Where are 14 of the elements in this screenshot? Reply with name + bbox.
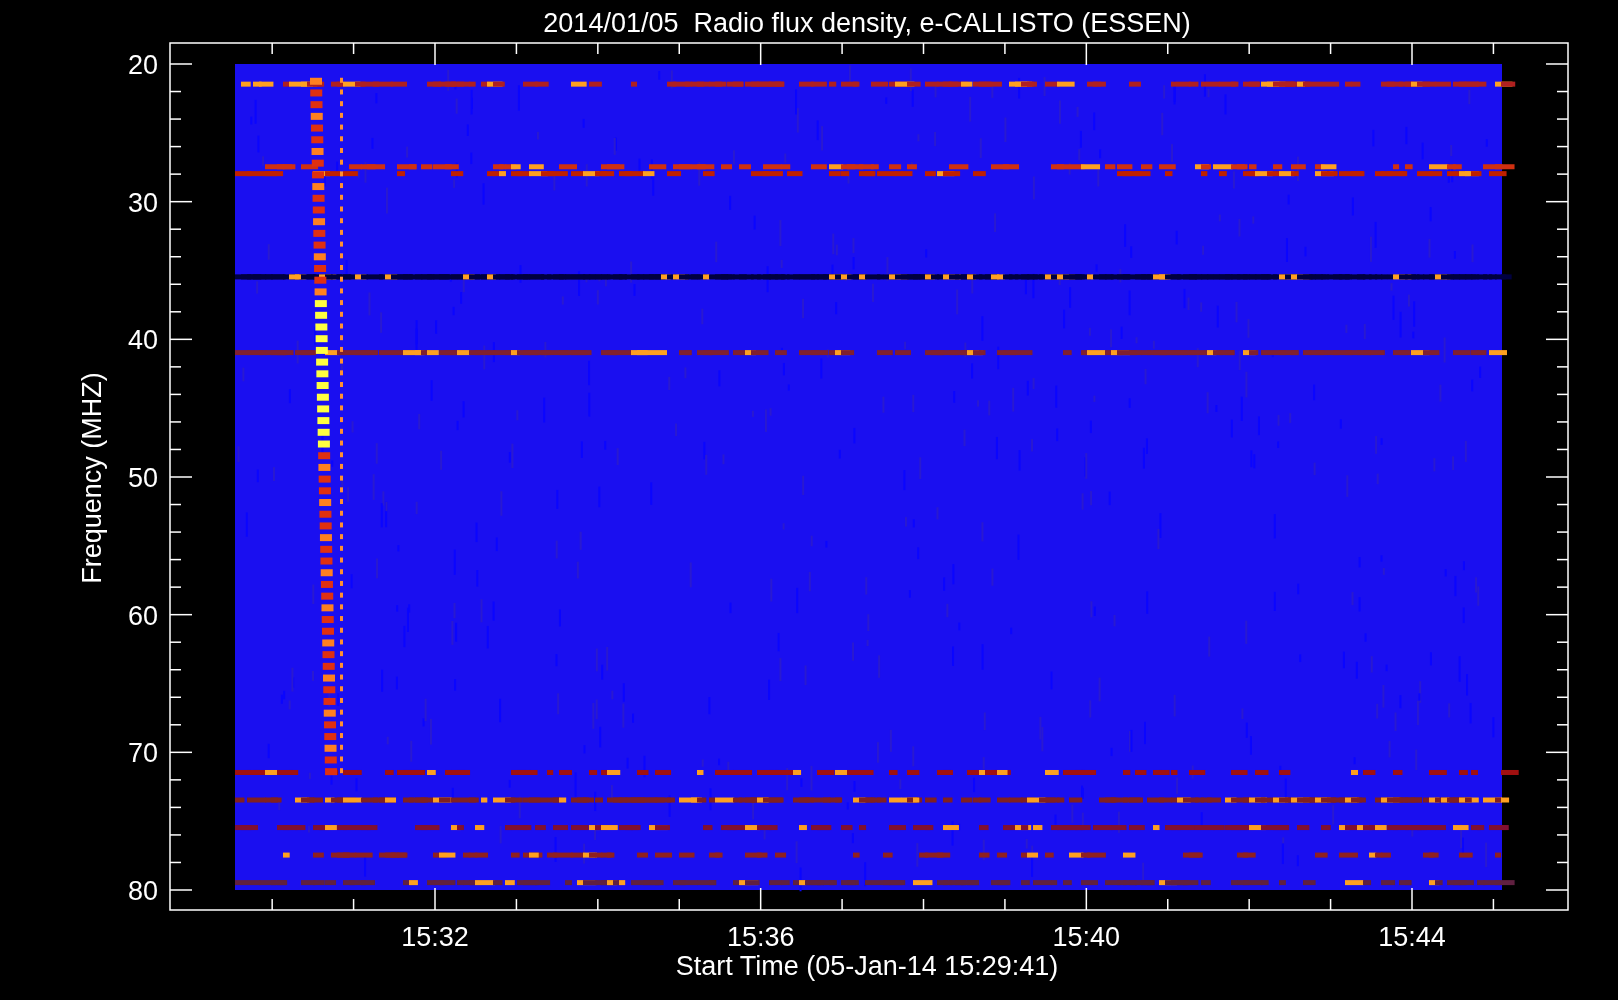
plot-title: 2014/01/05 Radio flux density, e-CALLISTO (ESSEN) [543,8,1191,38]
x-tick-label: 15:36 [726,922,795,952]
x-tick-label: 15:44 [1378,922,1446,952]
y-tick-label: 80 [127,876,158,906]
y-axis-title: Frequency (MHZ) [77,372,107,584]
y-tick-label: 60 [127,600,158,631]
y-tick-label: 20 [127,50,158,80]
x-tick-label: 15:32 [401,922,469,952]
x-axis-title: Start Time (05-Jan-14 15:29:41) [675,951,1059,981]
x-tick-label: 15:40 [1052,922,1121,952]
y-tick-label: 40 [127,325,158,356]
y-tick-label: 50 [127,463,158,493]
y-tick-label: 30 [127,187,158,218]
y-tick-label: 70 [127,738,158,769]
